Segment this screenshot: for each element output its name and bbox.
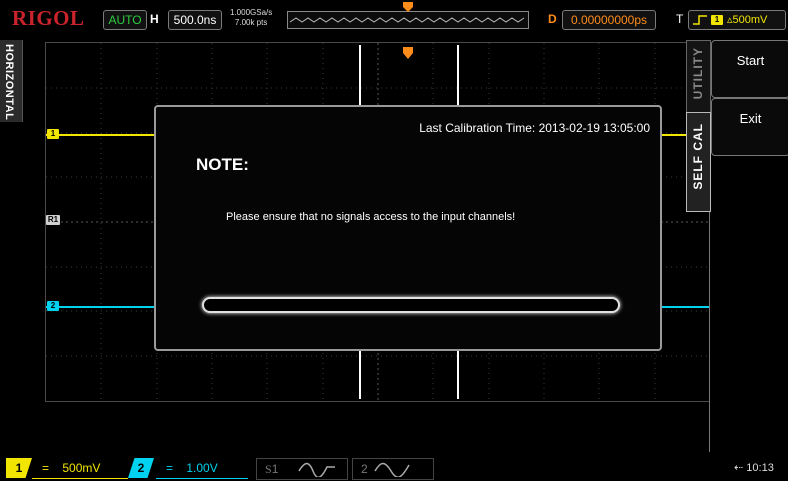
trigger-label: T [676, 12, 684, 26]
tab-self-cal-label: SELF CAL [691, 123, 705, 190]
ch2-settings[interactable]: = 1.00V [156, 458, 248, 479]
s1-wave-icon [298, 462, 335, 477]
horizontal-menu-label: HORIZONTAL [3, 44, 15, 121]
sample-rate: 1.000GSa/s [230, 8, 273, 17]
calibration-progress-bar [202, 297, 620, 313]
s1-label: S [265, 462, 272, 476]
horizontal-menu-tab[interactable]: HORIZONTAL [0, 40, 23, 122]
ch1-scale: 500mV [62, 461, 101, 475]
exit-button[interactable]: Exit [711, 98, 788, 156]
run-status-badge[interactable]: AUTO [103, 10, 147, 30]
exit-button-label: Exit [739, 111, 762, 126]
clock: 10:13 [746, 462, 774, 474]
delay-value[interactable]: 0.00000000ps [562, 10, 656, 30]
delay-label: D [548, 12, 557, 26]
serial-bus-2[interactable]: 2 [352, 458, 434, 480]
ch2-level-marker[interactable]: 2 [47, 301, 59, 311]
s2-wave-icon [374, 462, 410, 477]
memory-overview-bar [287, 2, 529, 29]
tab-utility-label: UTILITY [691, 47, 705, 100]
calibration-time: Last Calibration Time: 2013-02-19 13:05:… [419, 121, 650, 135]
trigger-level: ▵500mV [727, 14, 768, 26]
trigger-position-icon [403, 2, 413, 12]
memory-depth: 7.00k pts [234, 18, 268, 27]
acquisition-info: 1.000GSa/s 7.00k pts [230, 8, 272, 28]
ch1-level-marker[interactable]: 1 [47, 129, 59, 139]
ch2-scale: 1.00V [186, 461, 218, 475]
dialog-message: Please ensure that no signals access to … [226, 211, 516, 223]
start-button-label: Start [736, 53, 765, 68]
ch2-coupling: = [166, 461, 174, 475]
ref-marker[interactable]: R1 [46, 215, 60, 225]
memory-overview-wave [289, 17, 525, 23]
s2-number: 2 [361, 462, 368, 476]
tab-utility[interactable]: UTILITY [686, 40, 711, 114]
trigger-status[interactable]: 1 ▵500mV [688, 10, 786, 30]
start-button[interactable]: Start [711, 40, 788, 98]
trigger-marker-icon [403, 47, 413, 59]
ch1-settings[interactable]: = 500mV [32, 458, 128, 479]
brand-logo: RIGOL [12, 6, 85, 30]
horizontal-label: H [150, 12, 159, 26]
usb-icon: ⇠ [734, 462, 744, 474]
status-bar: RIGOL AUTO H 500.0ns 1.000GSa/s 7.00k pt… [0, 0, 788, 40]
system-status: ⇠ 10:13 [734, 458, 788, 478]
dialog-title: NOTE: [196, 155, 249, 174]
timebase-value[interactable]: 500.0ns [168, 10, 222, 30]
trigger-level-value: 500mV [732, 14, 768, 26]
tab-self-cal[interactable]: SELF CAL [686, 112, 711, 212]
ch1-coupling: = [42, 461, 50, 475]
s1-number: 1 [271, 462, 279, 476]
trigger-source-badge: 1 [711, 15, 723, 25]
serial-bus-1[interactable]: S1 [256, 458, 348, 480]
edge-trigger-icon [693, 15, 707, 25]
self-cal-dialog: Last Calibration Time: 2013-02-19 13:05:… [154, 105, 662, 351]
